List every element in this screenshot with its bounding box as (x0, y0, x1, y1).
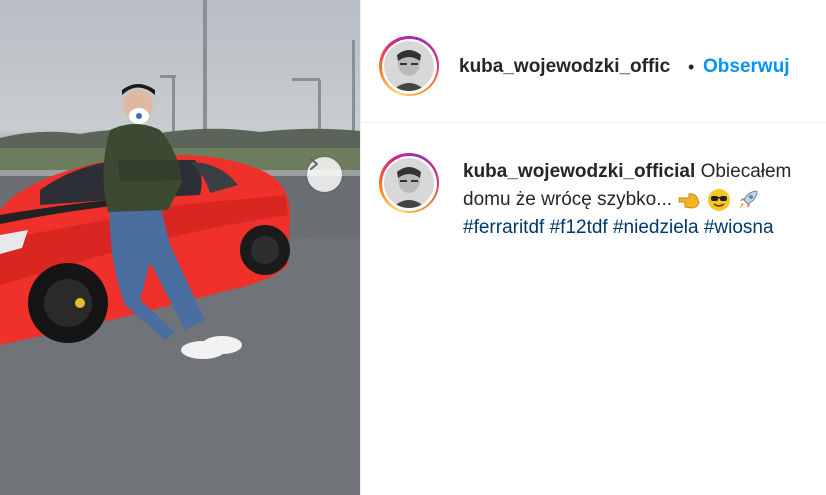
next-image-button[interactable] (307, 157, 342, 192)
hashtag-f12tdf[interactable]: #f12tdf (550, 217, 608, 238)
caption-hashtags: #ferraritdf #f12tdf #niedziela #wiosna (463, 214, 826, 242)
pointing-left-hand-icon (678, 193, 700, 209)
sunglasses-face-icon (707, 188, 730, 211)
post-header: kuba_wojewodzki_offic • Obserwuj (361, 0, 826, 123)
caption-text-2: domu że wrócę szybko... (463, 189, 673, 210)
caption-line-2: domu że wrócę szybko... (463, 186, 826, 214)
post-caption: kuba_wojewodzki_official Obiecałem domu … (463, 158, 826, 242)
avatar[interactable] (379, 36, 439, 96)
profile-photo (384, 41, 434, 91)
rocket-icon (738, 190, 758, 209)
caption-username[interactable]: kuba_wojewodzki_official (463, 161, 695, 182)
follow-button[interactable]: Obserwuj (703, 56, 790, 78)
hashtag-ferraritdf[interactable]: #ferraritdf (463, 217, 544, 238)
hashtag-wiosna[interactable]: #wiosna (704, 217, 774, 238)
caption-line-1: kuba_wojewodzki_official Obiecałem (463, 158, 826, 186)
hashtag-niedziela[interactable]: #niedziela (613, 217, 699, 238)
separator-dot: • (688, 57, 695, 77)
post-photo[interactable] (0, 0, 360, 495)
caption-profile-photo (384, 158, 434, 208)
chevron-right-icon (310, 158, 318, 170)
header-username[interactable]: kuba_wojewodzki_offic (459, 56, 681, 78)
photo-illustration (0, 0, 360, 495)
caption-avatar[interactable] (379, 153, 439, 213)
caption-text-1: Obiecałem (700, 161, 792, 182)
